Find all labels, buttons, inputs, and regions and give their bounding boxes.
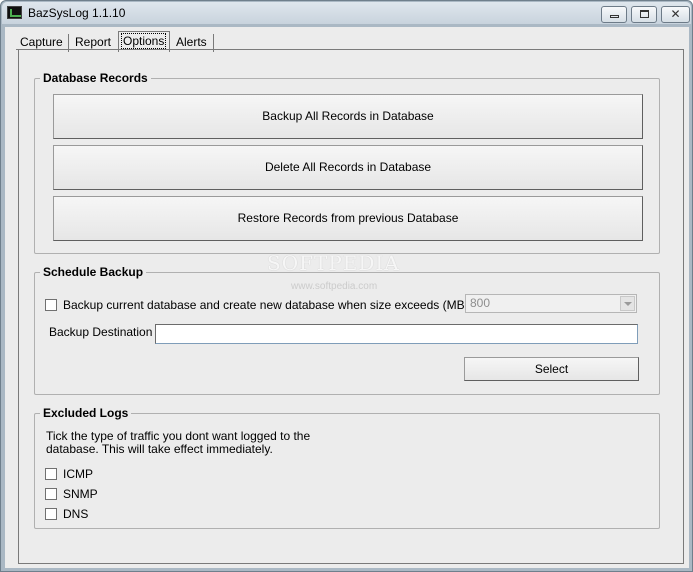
database-records-title: Database Records — [40, 71, 151, 85]
size-limit-value: 800 — [470, 296, 491, 310]
options-panel: Database Records Backup All Records in D… — [18, 50, 684, 564]
close-button[interactable]: ✕ — [661, 6, 690, 23]
minimize-icon — [609, 15, 619, 18]
tab-alerts-label: Alerts — [176, 35, 207, 49]
client-area: Capture Report Options Alerts Database R… — [5, 27, 689, 568]
tab-report-label: Report — [75, 35, 112, 49]
schedule-backup-title: Schedule Backup — [40, 265, 147, 279]
exclude-snmp-checkbox[interactable] — [45, 488, 57, 500]
title-bar[interactable]: BazSysLog 1.1.10 ✕ — [2, 2, 691, 24]
softpedia-watermark: SOFTPEDIA — [267, 251, 400, 275]
minimize-button[interactable] — [601, 6, 627, 23]
excluded-logs-description-line2: database. This will take effect immediat… — [46, 442, 273, 456]
exclude-snmp-row[interactable]: SNMP — [45, 487, 98, 501]
exclude-icmp-checkbox[interactable] — [45, 468, 57, 480]
chevron-down-icon[interactable] — [620, 296, 635, 311]
excluded-logs-description-line1: Tick the type of traffic you dont want l… — [46, 429, 311, 443]
softpedia-watermark-url: www.softpedia.com — [291, 281, 378, 292]
delete-all-records-button[interactable]: Delete All Records in Database — [53, 145, 643, 190]
app-window: BazSysLog 1.1.10 ✕ Capture Report Option… — [0, 0, 693, 572]
excluded-logs-group: Excluded Logs Tick the type of traffic y… — [34, 406, 660, 529]
backup-all-records-button[interactable]: Backup All Records in Database — [53, 94, 643, 139]
exclude-icmp-label: ICMP — [63, 467, 93, 481]
app-icon[interactable] — [7, 6, 22, 19]
restore-records-button[interactable]: Restore Records from previous Database — [53, 196, 643, 241]
tab-options-label: Options — [120, 33, 167, 49]
excluded-logs-title: Excluded Logs — [40, 406, 132, 420]
tab-capture-label: Capture — [20, 35, 63, 49]
exclude-icmp-row[interactable]: ICMP — [45, 467, 93, 481]
backup-destination-label: Backup Destination — [49, 325, 153, 339]
exclude-dns-row[interactable]: DNS — [45, 507, 88, 521]
exclude-dns-checkbox[interactable] — [45, 508, 57, 520]
maximize-button[interactable] — [631, 6, 657, 23]
size-backup-checkbox[interactable] — [45, 299, 57, 311]
size-backup-checkbox-label: Backup current database and create new d… — [63, 298, 475, 312]
select-destination-button[interactable]: Select — [464, 357, 639, 381]
exclude-snmp-label: SNMP — [63, 487, 98, 501]
backup-destination-input[interactable] — [155, 324, 638, 344]
size-backup-checkbox-row[interactable]: Backup current database and create new d… — [45, 298, 475, 312]
close-icon: ✕ — [670, 7, 681, 21]
size-limit-dropdown[interactable]: 800 — [465, 294, 637, 313]
database-records-group: Database Records Backup All Records in D… — [34, 71, 660, 254]
window-title: BazSysLog 1.1.10 — [28, 6, 126, 20]
exclude-dns-label: DNS — [63, 507, 89, 521]
maximize-icon — [639, 10, 649, 18]
